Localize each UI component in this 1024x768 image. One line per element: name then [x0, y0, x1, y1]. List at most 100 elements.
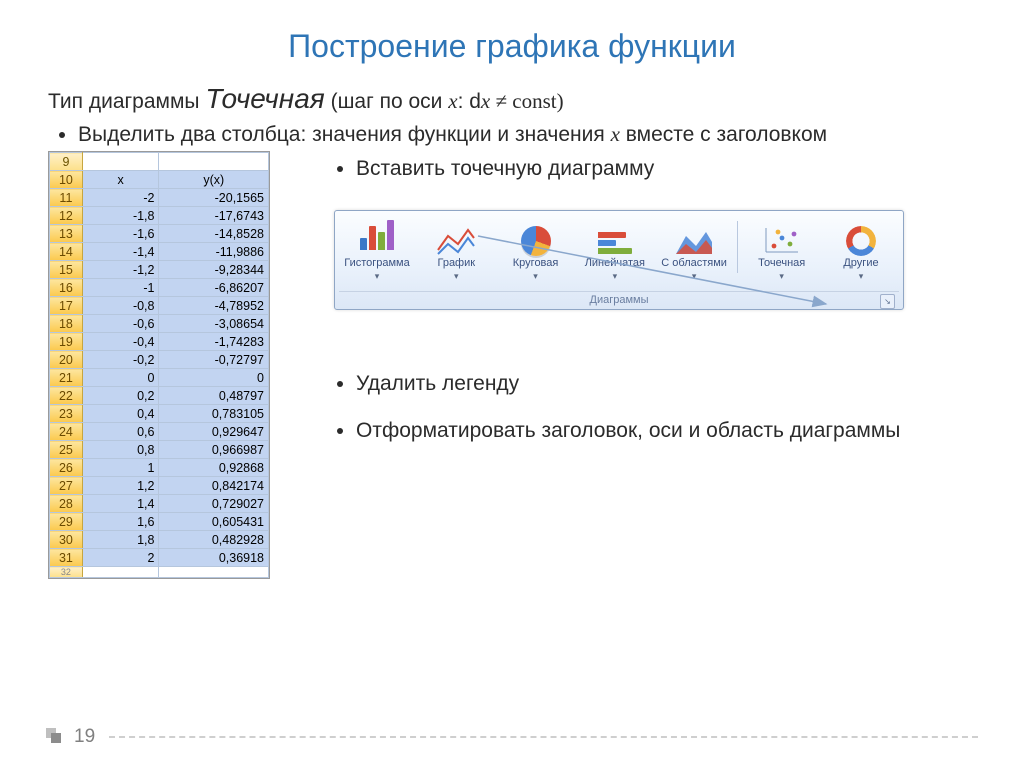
cell-x[interactable]: 0,2	[82, 387, 159, 405]
cell-y[interactable]: 0,36918	[159, 549, 269, 567]
cell-x[interactable]: 1,8	[82, 531, 159, 549]
cell-y[interactable]: -1,74283	[159, 333, 269, 351]
area-chart-icon	[672, 220, 716, 256]
row-header[interactable]: 26	[50, 459, 83, 477]
dropdown-icon: ▾	[859, 271, 864, 282]
row-header[interactable]: 20	[50, 351, 83, 369]
cell-y[interactable]: 0,605431	[159, 513, 269, 531]
cell-y[interactable]: -14,8528	[159, 225, 269, 243]
cell-y[interactable]: 0,92868	[159, 459, 269, 477]
cell-y[interactable]: 0,482928	[159, 531, 269, 549]
cell-x[interactable]: -0,8	[82, 297, 159, 315]
row-header[interactable]: 15	[50, 261, 83, 279]
cell-y[interactable]	[159, 153, 269, 171]
cell-y[interactable]: -9,28344	[159, 261, 269, 279]
cell-x[interactable]: -1	[82, 279, 159, 297]
row-header[interactable]: 28	[50, 495, 83, 513]
cell-x[interactable]: 1	[82, 459, 159, 477]
dialog-launcher-icon[interactable]: ↘	[880, 294, 895, 309]
cell-y[interactable]: -11,9886	[159, 243, 269, 261]
cell-y[interactable]: 0,842174	[159, 477, 269, 495]
cell-x[interactable]: -1,4	[82, 243, 159, 261]
cell-y[interactable]: 0,48797	[159, 387, 269, 405]
row-header[interactable]: 13	[50, 225, 83, 243]
cell-y[interactable]: 0,729027	[159, 495, 269, 513]
cell-y[interactable]: y(x)	[159, 171, 269, 189]
right-bullets-bottom: Удалить легенду Отформатировать заголово…	[356, 370, 976, 445]
chart-type-histogram[interactable]: Гистограмма ▾	[339, 217, 415, 287]
row-header[interactable]: 27	[50, 477, 83, 495]
right-bullets-top: Вставить точечную диаграмму	[356, 155, 976, 182]
bar-chart-icon	[355, 220, 399, 256]
dropdown-icon: ▾	[533, 271, 538, 282]
cell-y[interactable]: 0	[159, 369, 269, 387]
chart-type-line[interactable]: График ▾	[418, 217, 494, 287]
row-header[interactable]: 21	[50, 369, 83, 387]
row-header[interactable]: 16	[50, 279, 83, 297]
cell-y[interactable]: 0,783105	[159, 405, 269, 423]
page-decoration-icon	[46, 728, 64, 746]
bullet-insert-scatter: Вставить точечную диаграмму	[356, 155, 976, 182]
row-header[interactable]: 11	[50, 189, 83, 207]
row-header[interactable]: 31	[50, 549, 83, 567]
chart-type-scatter[interactable]: Точечная ▾	[744, 217, 820, 287]
ribbon-group-caption: Диаграммы ↘	[339, 291, 899, 309]
row-header[interactable]: 19	[50, 333, 83, 351]
ribbon-separator	[737, 221, 738, 273]
row-header[interactable]: 30	[50, 531, 83, 549]
dropdown-icon: ▾	[692, 271, 697, 282]
page-title: Построение графика функции	[48, 28, 976, 65]
dropdown-icon: ▾	[454, 271, 459, 282]
bullet-select-columns: Выделить два столбца: значения функции и…	[78, 122, 976, 147]
cell-x[interactable]	[82, 153, 159, 171]
cell-y[interactable]: -20,1565	[159, 189, 269, 207]
cell-x[interactable]: 0,6	[82, 423, 159, 441]
cell-x[interactable]: 2	[82, 549, 159, 567]
dropdown-icon: ▾	[613, 271, 618, 282]
cell-y[interactable]: 0,966987	[159, 441, 269, 459]
row-header[interactable]: 29	[50, 513, 83, 531]
chart-type-other[interactable]: Другие ▾	[823, 217, 899, 287]
row-header[interactable]: 22	[50, 387, 83, 405]
cell-x[interactable]: x	[82, 171, 159, 189]
cell-x[interactable]: -0,6	[82, 315, 159, 333]
cell-x[interactable]: 1,2	[82, 477, 159, 495]
cell-x[interactable]: 0	[82, 369, 159, 387]
row-header[interactable]: 18	[50, 315, 83, 333]
intro-line: Тип диаграммы Точечная (шаг по оси x: dx…	[48, 81, 976, 116]
row-header[interactable]: 12	[50, 207, 83, 225]
cell-y[interactable]: -17,6743	[159, 207, 269, 225]
row-header[interactable]: 24	[50, 423, 83, 441]
cell-x[interactable]: -2	[82, 189, 159, 207]
chart-type-area[interactable]: С областями ▾	[656, 217, 732, 287]
cell-x[interactable]: -1,8	[82, 207, 159, 225]
cell-y[interactable]: -6,86207	[159, 279, 269, 297]
chart-type-bar[interactable]: Линейчатая ▾	[577, 217, 653, 287]
dropdown-icon: ▾	[779, 271, 784, 282]
cell-y[interactable]: -4,78952	[159, 297, 269, 315]
row-header[interactable]: 10	[50, 171, 83, 189]
cell-x[interactable]: -1,2	[82, 261, 159, 279]
cell-x[interactable]: 1,4	[82, 495, 159, 513]
cell-x[interactable]: -0,4	[82, 333, 159, 351]
cell-x[interactable]: -1,6	[82, 225, 159, 243]
cell-x[interactable]: 1,6	[82, 513, 159, 531]
cell-x[interactable]: -0,2	[82, 351, 159, 369]
cell-x[interactable]: 0,4	[82, 405, 159, 423]
row-header[interactable]: 9	[50, 153, 83, 171]
cell-y[interactable]: -0,72797	[159, 351, 269, 369]
bullet-delete-legend: Удалить легенду	[356, 370, 976, 397]
page-number: 19	[74, 726, 95, 748]
row-header[interactable]: 14	[50, 243, 83, 261]
intro-scatter-word: Точечная	[205, 83, 324, 114]
donut-chart-icon	[839, 220, 883, 256]
intro-prefix: Тип диаграммы	[48, 90, 205, 113]
ribbon-charts-group: Гистограмма ▾ График ▾ Круговая ▾	[334, 210, 904, 310]
cell-y[interactable]: 0,929647	[159, 423, 269, 441]
cell-x[interactable]: 0,8	[82, 441, 159, 459]
row-header[interactable]: 23	[50, 405, 83, 423]
chart-type-pie[interactable]: Круговая ▾	[498, 217, 574, 287]
row-header[interactable]: 17	[50, 297, 83, 315]
cell-y[interactable]: -3,08654	[159, 315, 269, 333]
row-header[interactable]: 25	[50, 441, 83, 459]
